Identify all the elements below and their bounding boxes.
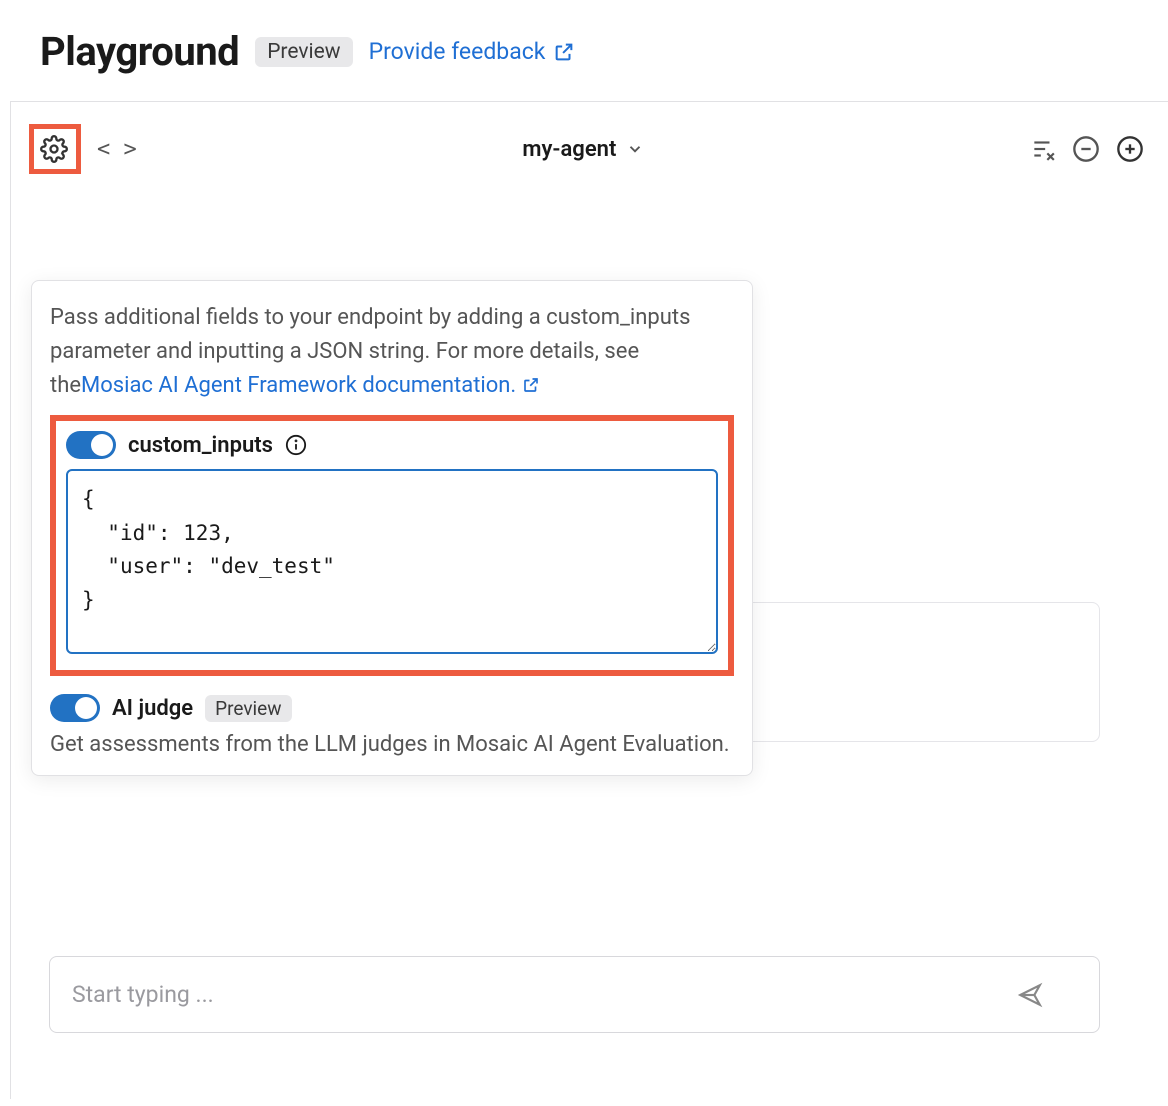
plus-circle-icon[interactable] — [1116, 135, 1144, 163]
chevron-down-icon — [626, 140, 644, 158]
preview-badge: Preview — [255, 37, 352, 67]
gear-icon[interactable] — [40, 135, 68, 163]
custom-inputs-highlight: custom_inputs — [50, 415, 734, 676]
panel-intro-text: Pass additional fields to your endpoint … — [50, 301, 734, 403]
custom-inputs-toggle[interactable] — [66, 431, 116, 459]
feedback-label: Provide feedback — [369, 38, 546, 65]
external-link-icon — [553, 41, 575, 63]
page-title: Playground — [40, 28, 239, 75]
settings-button-highlight — [29, 124, 81, 174]
ai-judge-preview-badge: Preview — [205, 695, 291, 722]
info-icon[interactable] — [285, 434, 307, 456]
model-name-label: my-agent — [522, 137, 616, 162]
provide-feedback-link[interactable]: Provide feedback — [369, 38, 576, 65]
custom-inputs-textarea[interactable] — [66, 469, 718, 654]
settings-panel: Pass additional fields to your endpoint … — [31, 280, 753, 776]
code-toggle-icon[interactable]: < > — [97, 137, 137, 162]
chat-input[interactable]: Start typing ... — [49, 956, 1100, 1033]
send-icon[interactable] — [1017, 982, 1043, 1008]
framework-doc-link[interactable]: Mosiac AI Agent Framework documentation. — [81, 373, 540, 398]
chat-placeholder: Start typing ... — [72, 981, 214, 1008]
minus-circle-icon[interactable] — [1072, 135, 1100, 163]
ai-judge-toggle[interactable] — [50, 694, 100, 722]
ai-judge-label: AI judge — [112, 696, 193, 721]
ai-judge-description: Get assessments from the LLM judges in M… — [50, 732, 734, 757]
custom-inputs-label: custom_inputs — [128, 433, 273, 458]
clear-icon[interactable] — [1030, 136, 1056, 162]
model-selector[interactable]: my-agent — [149, 137, 1018, 162]
